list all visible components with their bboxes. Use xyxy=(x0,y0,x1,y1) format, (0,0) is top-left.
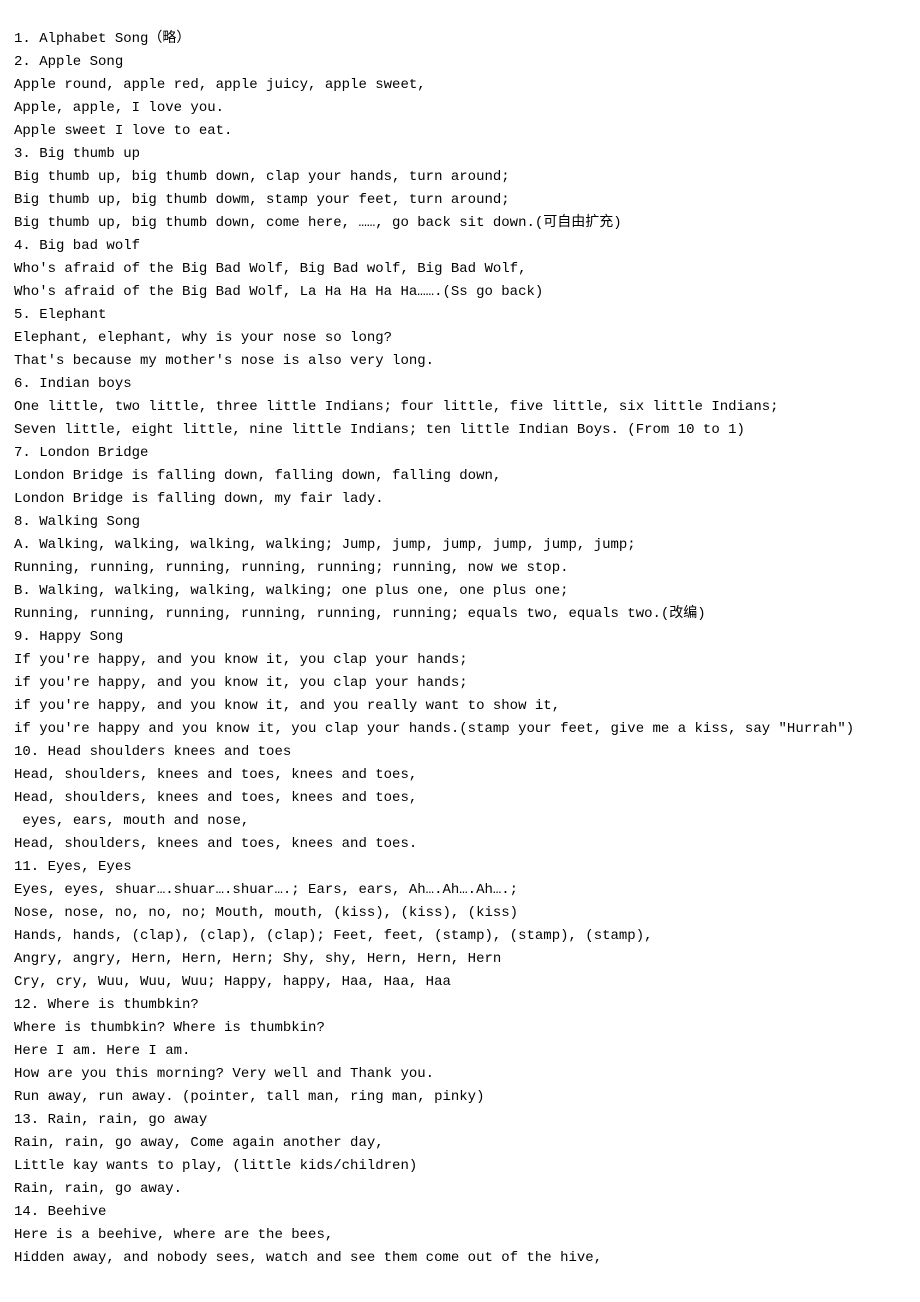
text-line: Cry, cry, Wuu, Wuu, Wuu; Happy, happy, H… xyxy=(14,971,906,994)
text-line: 1. Alphabet Song（略） xyxy=(14,28,906,51)
text-line: Here is a beehive, where are the bees, xyxy=(14,1224,906,1247)
text-line: If you're happy, and you know it, you cl… xyxy=(14,649,906,672)
text-line: if you're happy, and you know it, you cl… xyxy=(14,672,906,695)
text-line: 4. Big bad wolf xyxy=(14,235,906,258)
text-line: 13. Rain, rain, go away xyxy=(14,1109,906,1132)
text-line: Big thumb up, big thumb down, come here,… xyxy=(14,212,906,235)
text-line: Rain, rain, go away, Come again another … xyxy=(14,1132,906,1155)
text-line: Angry, angry, Hern, Hern, Hern; Shy, shy… xyxy=(14,948,906,971)
text-line: Head, shoulders, knees and toes, knees a… xyxy=(14,833,906,856)
text-line: Running, running, running, running, runn… xyxy=(14,603,906,626)
text-line: 11. Eyes, Eyes xyxy=(14,856,906,879)
text-line: Rain, rain, go away. xyxy=(14,1178,906,1201)
text-line: Apple round, apple red, apple juicy, app… xyxy=(14,74,906,97)
text-line: How are you this morning? Very well and … xyxy=(14,1063,906,1086)
text-line: A. Walking, walking, walking, walking; J… xyxy=(14,534,906,557)
text-line: Who's afraid of the Big Bad Wolf, La Ha … xyxy=(14,281,906,304)
text-line: 8. Walking Song xyxy=(14,511,906,534)
text-line: Apple sweet I love to eat. xyxy=(14,120,906,143)
text-line: London Bridge is falling down, falling d… xyxy=(14,465,906,488)
text-line: That's because my mother's nose is also … xyxy=(14,350,906,373)
text-line: 12. Where is thumbkin? xyxy=(14,994,906,1017)
text-line: 2. Apple Song xyxy=(14,51,906,74)
text-line: One little, two little, three little Ind… xyxy=(14,396,906,419)
text-line: Here I am. Here I am. xyxy=(14,1040,906,1063)
text-line: if you're happy, and you know it, and yo… xyxy=(14,695,906,718)
text-line: Head, shoulders, knees and toes, knees a… xyxy=(14,787,906,810)
text-line: 9. Happy Song xyxy=(14,626,906,649)
text-line: Who's afraid of the Big Bad Wolf, Big Ba… xyxy=(14,258,906,281)
text-line: Little kay wants to play, (little kids/c… xyxy=(14,1155,906,1178)
text-line: Running, running, running, running, runn… xyxy=(14,557,906,580)
document-body: 1. Alphabet Song（略）2. Apple SongApple ro… xyxy=(0,0,920,1298)
text-line: 14. Beehive xyxy=(14,1201,906,1224)
text-line: Elephant, elephant, why is your nose so … xyxy=(14,327,906,350)
text-line: Seven little, eight little, nine little … xyxy=(14,419,906,442)
text-line: 10. Head shoulders knees and toes xyxy=(14,741,906,764)
text-line: Run away, run away. (pointer, tall man, … xyxy=(14,1086,906,1109)
text-line: Where is thumbkin? Where is thumbkin? xyxy=(14,1017,906,1040)
text-line: 6. Indian boys xyxy=(14,373,906,396)
text-line: Nose, nose, no, no, no; Mouth, mouth, (k… xyxy=(14,902,906,925)
text-line: Hidden away, and nobody sees, watch and … xyxy=(14,1247,906,1270)
text-line: B. Walking, walking, walking, walking; o… xyxy=(14,580,906,603)
text-line: Big thumb up, big thumb down, clap your … xyxy=(14,166,906,189)
text-line: Hands, hands, (clap), (clap), (clap); Fe… xyxy=(14,925,906,948)
text-line: Eyes, eyes, shuar….shuar….shuar….; Ears,… xyxy=(14,879,906,902)
text-line: Big thumb up, big thumb dowm, stamp your… xyxy=(14,189,906,212)
text-line: Head, shoulders, knees and toes, knees a… xyxy=(14,764,906,787)
text-line: eyes, ears, mouth and nose, xyxy=(14,810,906,833)
text-line: if you're happy and you know it, you cla… xyxy=(14,718,906,741)
text-line: Apple, apple, I love you. xyxy=(14,97,906,120)
text-line: 5. Elephant xyxy=(14,304,906,327)
text-line: 7. London Bridge xyxy=(14,442,906,465)
text-line: London Bridge is falling down, my fair l… xyxy=(14,488,906,511)
text-line: 3. Big thumb up xyxy=(14,143,906,166)
